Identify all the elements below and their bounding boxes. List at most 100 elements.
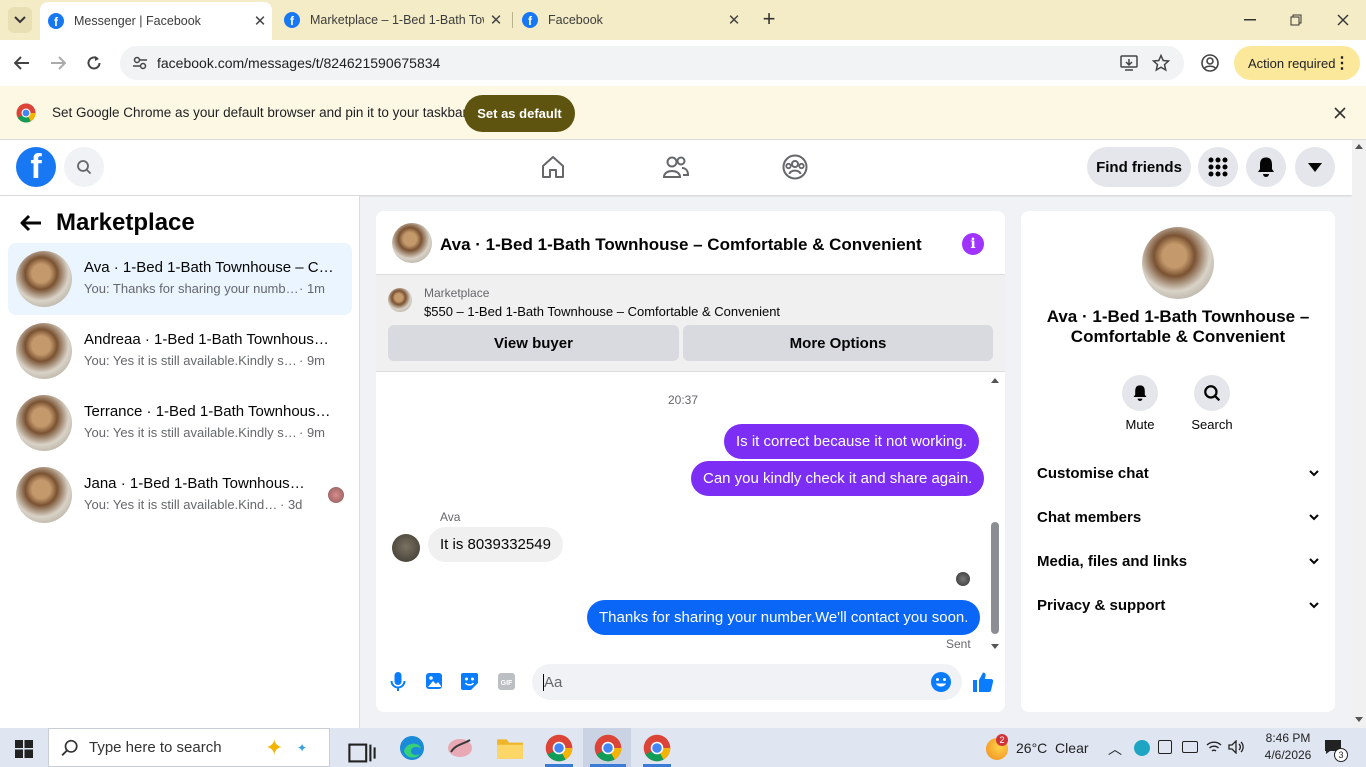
close-icon[interactable]: ✕: [722, 11, 746, 29]
chrome-logo-icon: [16, 103, 36, 123]
nav-friends[interactable]: [662, 154, 692, 182]
chrome-taskbar-icon[interactable]: [594, 734, 622, 762]
close-icon[interactable]: ✕: [248, 12, 272, 30]
chat-members-section[interactable]: Chat members: [1037, 497, 1319, 537]
windows-start-icon[interactable]: [15, 740, 33, 758]
minimize-icon: [1244, 19, 1256, 21]
conversation-item[interactable]: Terrance · 1-Bed 1-Bath Townhouse – Comf…: [8, 387, 352, 459]
tab-marketplace[interactable]: f Marketplace – 1-Bed 1-Bath Townhouse ✕: [276, 0, 508, 40]
customise-chat-section[interactable]: Customise chat: [1037, 453, 1319, 493]
profile-button[interactable]: [1198, 51, 1222, 75]
site-info-icon[interactable]: [132, 55, 148, 71]
nav-groups[interactable]: [781, 153, 811, 181]
avatar[interactable]: [392, 223, 432, 263]
file-explorer-icon[interactable]: [496, 734, 524, 762]
menu-button[interactable]: [1198, 147, 1238, 187]
task-view-icon[interactable]: [348, 739, 376, 767]
grid-menu-icon: [1208, 157, 1228, 177]
thumbs-up-icon[interactable]: [972, 671, 994, 693]
listing-title[interactable]: $550 – 1-Bed 1-Bath Townhouse – Comforta…: [424, 304, 780, 319]
chrome-taskbar-icon[interactable]: [643, 734, 671, 762]
back-arrow-icon[interactable]: [20, 214, 42, 232]
action-required-button[interactable]: Action required ⋮: [1234, 46, 1360, 80]
windows-taskbar: Type here to search ✦ ✦ 2 26°C Clear ︿ 8…: [0, 728, 1366, 767]
microphone-icon[interactable]: [390, 672, 406, 692]
chevron-up-icon[interactable]: ︿: [1108, 739, 1122, 759]
banner-label: Marketplace: [424, 286, 490, 300]
chat-title[interactable]: Ava · 1-Bed 1-Bath Townhouse – Comfortab…: [440, 235, 922, 255]
conversation-item[interactable]: Ava · 1-Bed 1-Bath Townhouse – Comfortab…: [8, 243, 352, 315]
media-files-links-section[interactable]: Media, files and links: [1037, 541, 1319, 581]
chrome-taskbar-icon[interactable]: [545, 734, 573, 762]
message-bubble-outgoing[interactable]: Is it correct because it not working.: [724, 424, 979, 459]
emoji-icon[interactable]: [930, 671, 952, 693]
scroll-up-arrow[interactable]: [1355, 144, 1363, 149]
chevron-down-icon: [14, 16, 26, 24]
set-as-default-button[interactable]: Set as default: [464, 95, 575, 132]
conversation-item[interactable]: Andreaa · 1-Bed 1-Bath Townhouse – Comfo…: [8, 315, 352, 387]
taskbar-search-box[interactable]: Type here to search ✦ ✦: [48, 728, 330, 767]
install-app-icon[interactable]: [1120, 55, 1138, 71]
conversation-item[interactable]: Jana · 1-Bed 1-Bath Townhouse – Comforta…: [8, 459, 352, 531]
info-button[interactable]: i: [962, 233, 984, 255]
find-friends-button[interactable]: Find friends: [1087, 147, 1191, 187]
notifications-button[interactable]: [1246, 147, 1286, 187]
search-in-chat-button[interactable]: Search: [1189, 375, 1235, 435]
reload-button[interactable]: [80, 49, 108, 77]
tray-icon[interactable]: [1134, 740, 1150, 756]
tab-facebook[interactable]: f Facebook ✕: [514, 0, 746, 40]
wifi-icon[interactable]: [1206, 740, 1222, 754]
tab-messenger[interactable]: f Messenger | Facebook ✕: [40, 2, 272, 40]
photo-icon[interactable]: [425, 672, 443, 690]
minimize-button[interactable]: [1238, 8, 1262, 32]
url-text[interactable]: facebook.com/messages/t/824621590675834: [157, 55, 440, 71]
facebook-logo[interactable]: f: [16, 147, 56, 187]
restore-button[interactable]: [1284, 8, 1308, 32]
battery-icon[interactable]: [1182, 741, 1198, 753]
conversation-preview: You: Yes it is still available.Kindly sh…: [84, 497, 303, 512]
chat-scrollbar[interactable]: [989, 376, 1001, 651]
nav-home[interactable]: [540, 154, 570, 182]
address-bar[interactable]: facebook.com/messages/t/824621590675834: [120, 46, 1184, 80]
search-label: Search: [1191, 417, 1233, 432]
star-icon[interactable]: [1152, 54, 1170, 72]
taskbar-time[interactable]: 8:46 PM: [1262, 731, 1314, 745]
conversation-name: Jana · 1-Bed 1-Bath Townhouse – Comforta…: [84, 475, 310, 492]
view-buyer-button[interactable]: View buyer: [388, 325, 679, 361]
back-button[interactable]: [8, 49, 36, 77]
tab-title: Facebook: [548, 13, 603, 27]
message-bubble-outgoing[interactable]: Thanks for sharing your number.We'll con…: [587, 600, 981, 635]
close-icon[interactable]: [1334, 107, 1346, 119]
message-bubble-incoming[interactable]: It is 8039332549: [428, 527, 563, 562]
avatar: [16, 251, 72, 307]
app-icon[interactable]: [446, 734, 474, 762]
search-highlight-icon: ✦: [265, 735, 284, 760]
mute-button[interactable]: Mute: [1120, 375, 1160, 435]
volume-icon[interactable]: [1228, 740, 1246, 754]
scroll-down-arrow[interactable]: [1355, 717, 1363, 722]
scroll-thumb[interactable]: [991, 522, 999, 634]
chat-panel: Ava · 1-Bed 1-Bath Townhouse – Comfortab…: [376, 211, 1005, 712]
tray-icon[interactable]: [1158, 740, 1172, 754]
close-window-button[interactable]: [1331, 8, 1355, 32]
close-icon: [1337, 14, 1349, 26]
scroll-up-arrow[interactable]: [991, 378, 999, 383]
search-button[interactable]: [64, 147, 104, 187]
gif-icon[interactable]: GIF: [497, 672, 516, 691]
edge-browser-icon[interactable]: [398, 734, 426, 762]
account-button[interactable]: [1295, 147, 1335, 187]
forward-button[interactable]: [44, 49, 72, 77]
taskbar-date[interactable]: 4/6/2026: [1258, 748, 1318, 762]
privacy-support-section[interactable]: Privacy & support: [1037, 585, 1319, 625]
tab-search-button[interactable]: [8, 7, 32, 33]
sticker-icon[interactable]: [460, 672, 479, 691]
weather-widget[interactable]: 2 26°C Clear: [984, 734, 1094, 762]
more-options-button[interactable]: More Options: [683, 325, 993, 361]
page-scrollbar[interactable]: [1352, 140, 1366, 728]
message-bubble-outgoing[interactable]: Can you kindly check it and share again.: [691, 461, 985, 496]
reload-icon: [87, 56, 101, 70]
scroll-down-arrow[interactable]: [991, 644, 999, 649]
message-input[interactable]: Aa: [532, 664, 962, 700]
close-icon[interactable]: ✕: [484, 11, 508, 29]
new-tab-button[interactable]: +: [756, 7, 782, 33]
